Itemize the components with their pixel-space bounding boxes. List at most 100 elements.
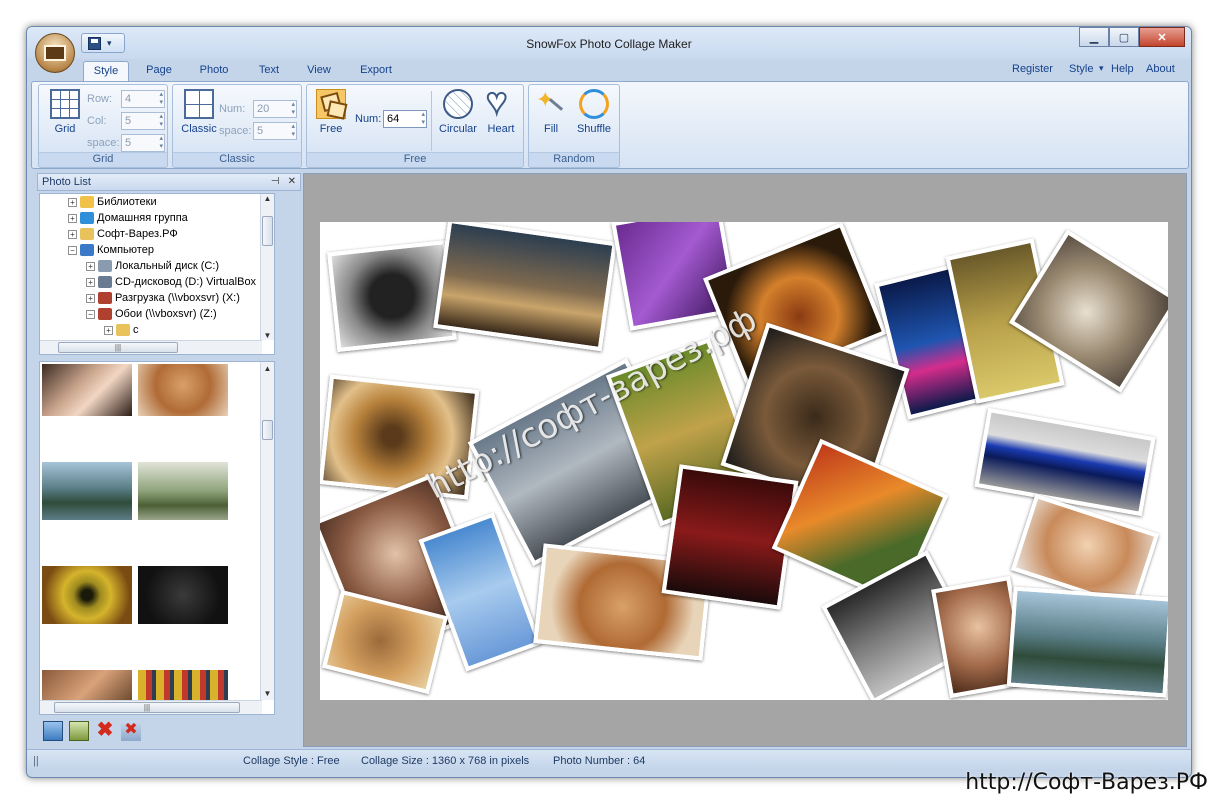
tree-node[interactable]: + CD-дисковод (D:) VirtualBox [86, 274, 256, 290]
free-layout-icon [316, 89, 346, 119]
close-button[interactable]: ✕ [1139, 27, 1185, 47]
tree-node[interactable]: + Локальный диск (C:) [86, 258, 219, 274]
expand-icon[interactable]: + [86, 277, 95, 287]
circular-button[interactable]: Circular [437, 89, 479, 135]
thumbnail-dark-logo[interactable] [138, 566, 228, 624]
free-button-label: Free [319, 123, 343, 135]
about-link[interactable]: About [1146, 63, 1175, 75]
resize-grip-icon: || [33, 755, 39, 767]
style-dropdown-icon[interactable]: ▾ [1099, 63, 1104, 74]
thumbnail-vertical-scrollbar[interactable]: ▲ ▼ [260, 362, 274, 700]
group-grid: Grid Row: 4 Col: 5 space: 5 Grid [38, 84, 168, 168]
tree-node[interactable]: + Домашняя группа [68, 210, 188, 226]
scroll-down-icon[interactable]: ▼ [261, 689, 274, 698]
status-bar: || Collage Style : Free Collage Size : 1… [27, 749, 1191, 771]
classic-space-spinner[interactable]: 5 [253, 122, 297, 140]
app-menu-button[interactable] [35, 33, 75, 73]
collapse-icon[interactable]: − [86, 309, 95, 319]
minimize-button[interactable]: ▁ [1079, 27, 1109, 47]
tree-node-label: c [133, 324, 139, 336]
style-menu-link[interactable]: Style [1069, 63, 1093, 75]
remove-photo-icon[interactable]: ✖ [95, 720, 115, 741]
pin-icon[interactable]: ⊣ [271, 176, 280, 187]
expand-icon[interactable]: + [68, 197, 77, 207]
thumbnail-cat-eye[interactable] [42, 566, 132, 624]
grid-space-spinner[interactable]: 5 [121, 134, 165, 152]
group-grid-label: Grid [39, 152, 167, 166]
classic-num-spinner[interactable]: 20 [253, 100, 297, 118]
status-collage-style: Collage Style : Free [243, 755, 340, 767]
add-folder-photos-icon[interactable] [69, 721, 89, 741]
tree-node-label: Компьютер [97, 244, 154, 256]
grid-button[interactable]: Grid [47, 89, 83, 135]
fill-button[interactable]: Fill [533, 87, 569, 135]
tab-text[interactable]: Text [247, 61, 291, 81]
thumbnail-list[interactable]: ▲ ▼ ||| [39, 361, 275, 715]
library-icon [80, 196, 94, 208]
thumbnail-garden[interactable] [138, 462, 228, 520]
heart-icon [486, 83, 516, 119]
folder-icon [80, 228, 94, 240]
classic-button[interactable]: Classic [177, 89, 221, 135]
tree-node[interactable]: − Обои (\\vboxsvr) (Z:) [86, 306, 217, 322]
circular-icon [443, 89, 473, 119]
app-window: SnowFox Photo Collage Maker ▾ ▁ ▢ ✕ Styl… [26, 26, 1192, 778]
expand-icon[interactable]: + [86, 261, 95, 271]
col-spinner[interactable]: 5 [121, 112, 165, 130]
help-link[interactable]: Help [1111, 63, 1134, 75]
remove-all-photos-icon[interactable]: ✖ [121, 721, 141, 741]
tree-node[interactable]: + Софт-Варез.РФ [68, 226, 178, 242]
shuffle-icon [579, 89, 609, 119]
tab-page[interactable]: Page [137, 61, 181, 81]
free-num-spinner[interactable]: 64 [383, 110, 427, 128]
ribbon-tabs: Style Page Photo Text View Export Regist… [27, 59, 1191, 81]
shuffle-button[interactable]: Shuffle [573, 89, 615, 135]
qat-dropdown-icon[interactable]: ▾ [107, 38, 112, 49]
scroll-down-icon[interactable]: ▼ [261, 331, 274, 340]
tree-horizontal-scrollbar[interactable]: ||| [40, 340, 262, 354]
collage-photo-city[interactable] [433, 222, 617, 352]
folder-tree[interactable]: + Библиотеки + Домашняя группа + Софт-Варез.Р… [39, 193, 275, 355]
site-watermark-link: http://Софт-Варез.РФ [965, 770, 1208, 795]
thumbnail-pavilion[interactable] [42, 462, 132, 520]
tree-node[interactable]: − Компьютер [68, 242, 154, 258]
save-icon[interactable] [88, 36, 101, 50]
free-button[interactable]: Free [313, 89, 349, 135]
tree-node[interactable]: + Разгрузка (\\vboxsvr) (X:) [86, 290, 240, 306]
network-drive-icon [98, 292, 112, 304]
maximize-button[interactable]: ▢ [1109, 27, 1139, 47]
grid-space-label: space: [87, 137, 120, 149]
tree-node[interactable]: + Библиотеки [68, 194, 157, 210]
thumbnail-cat[interactable] [138, 364, 228, 416]
collapse-icon[interactable]: − [68, 245, 77, 255]
status-photo-number: Photo Number : 64 [553, 755, 646, 767]
photo-icon [44, 45, 66, 61]
tree-node-label: Разгрузка (\\vboxsvr) (X:) [115, 292, 240, 304]
tab-photo[interactable]: Photo [191, 61, 237, 81]
add-photo-icon[interactable] [43, 721, 63, 741]
panel-close-icon[interactable]: ✕ [288, 176, 296, 187]
collage-photo-car[interactable] [974, 407, 1156, 517]
register-link[interactable]: Register [1012, 63, 1053, 75]
tree-node-label: Софт-Варез.РФ [97, 228, 178, 240]
collage-photo-pavilion[interactable] [1006, 586, 1168, 698]
tab-style[interactable]: Style [83, 61, 129, 81]
tab-export[interactable]: Export [351, 61, 401, 81]
tab-view[interactable]: View [297, 61, 341, 81]
expand-icon[interactable]: + [68, 213, 77, 223]
thumbnail-woman-portrait[interactable] [42, 364, 132, 416]
scroll-up-icon[interactable]: ▲ [261, 194, 274, 203]
expand-icon[interactable]: + [86, 293, 95, 303]
tree-vertical-scrollbar[interactable]: ▲ ▼ [260, 194, 274, 340]
collage-canvas[interactable]: http://софт-варез.рф [320, 222, 1168, 700]
network-drive-icon [98, 308, 112, 320]
expand-icon[interactable]: + [68, 229, 77, 239]
expand-icon[interactable]: + [104, 325, 113, 335]
thumbnail-horizontal-scrollbar[interactable]: ||| [40, 700, 262, 714]
scroll-up-icon[interactable]: ▲ [261, 364, 274, 373]
row-spinner[interactable]: 4 [121, 90, 165, 108]
window-title: SnowFox Photo Collage Maker [526, 37, 692, 51]
heart-button[interactable]: Heart [483, 83, 519, 135]
collage-canvas-area: http://софт-варез.рф [303, 173, 1187, 747]
tree-node[interactable]: + c [104, 322, 139, 338]
